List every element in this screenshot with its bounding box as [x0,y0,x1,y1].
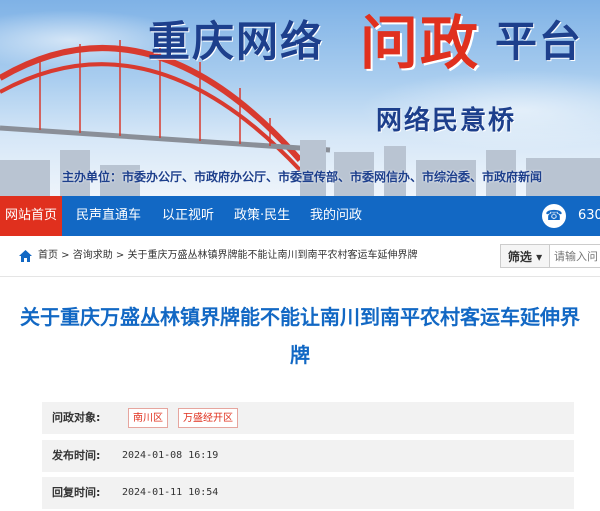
target-row: 问政对象: 南川区 万盛经开区 [42,402,574,434]
filter-label: 筛选 [507,250,532,264]
site-title-highlight: 问政 [360,9,481,77]
replied-label: 回复时间: [52,486,101,499]
article-title: 关于重庆万盛丛林镇界牌能不能让南川到南平农村客运车延伸界牌 [20,305,580,367]
breadcrumb-bar: 首页 > 咨询求助 > 关于重庆万盛丛林镇界牌能不能让南川到南平农村客运车延伸界… [0,236,600,277]
nav-item-my-questions[interactable]: 我的问政 [310,196,362,236]
replied-row: 回复时间: 2024-01-11 10:54 [42,477,574,509]
search-input[interactable] [550,244,600,268]
phone-icon: ☎ [542,204,566,228]
main-nav: 网站首页 民声直通车 以正视听 政策·民生 我的问政 ☎ 630 [0,196,600,236]
nav-item-clarify[interactable]: 以正视听 [162,196,214,236]
home-icon[interactable] [18,249,33,263]
site-title-right: 平台 [495,17,584,66]
breadcrumb[interactable]: 首页 > 咨询求助 > 关于重庆万盛丛林镇界牌能不能让南川到南平农村客运车延伸界… [38,236,417,276]
nav-item-home[interactable]: 网站首页 [0,196,62,236]
target-tag[interactable]: 万盛经开区 [178,408,238,428]
target-label: 问政对象: [52,411,101,424]
hotline-number: 630 [578,208,600,223]
published-row: 发布时间: 2024-01-08 16:19 [42,440,574,472]
header-banner: 重庆网络 问政 平台 网络民意桥 主办单位：市委办公厅、市政府办公厅、市委宣传部… [0,0,600,196]
nav-item-voice-express[interactable]: 民声直通车 [76,196,141,236]
filter-dropdown[interactable]: 筛选 ▾ [500,244,550,268]
site-title-left: 重庆网络 [148,17,325,66]
published-label: 发布时间: [52,449,101,462]
site-subtitle: 网络民意桥 [376,106,517,136]
target-tag[interactable]: 南川区 [128,408,168,428]
published-time: 2024-01-08 16:19 [122,450,219,461]
replied-time: 2024-01-11 10:54 [122,487,219,498]
caret-down-icon: ▾ [536,250,543,264]
sponsor-text: 主办单位：市委办公厅、市政府办公厅、市委宣传部、市委网信办、市综治委、市政府新闻 [62,170,543,184]
nav-item-policy[interactable]: 政策·民生 [234,196,290,236]
